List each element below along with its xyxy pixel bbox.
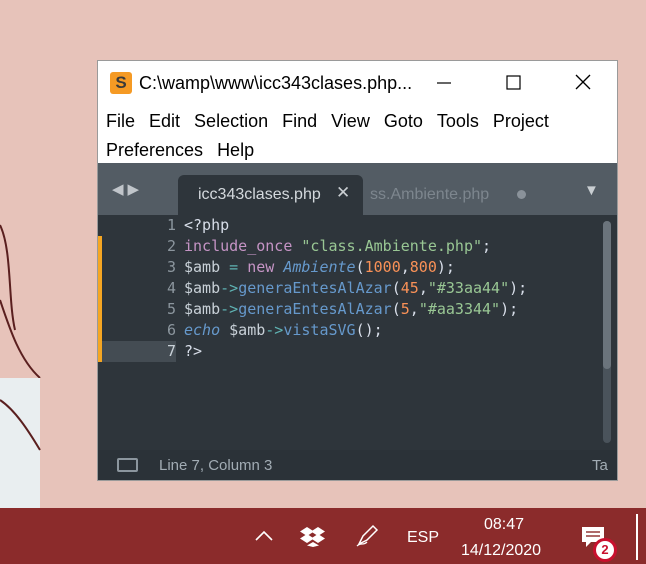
menu-preferences[interactable]: Preferences: [99, 136, 210, 165]
desktop-wallpaper-art: [0, 224, 41, 508]
tab-nav-arrows-icon[interactable]: ◀▶: [112, 180, 143, 198]
close-button[interactable]: [560, 61, 606, 103]
code-text: <?php: [184, 216, 230, 234]
status-tab-size[interactable]: Ta: [592, 457, 608, 474]
panel-toggle-icon[interactable]: [117, 458, 138, 472]
line-number: 6: [166, 321, 176, 339]
tab-close-icon[interactable]: ✕: [336, 183, 350, 203]
tab-label-icc343clases[interactable]: icc343clases.php: [198, 186, 321, 204]
code-text: $amb->generaEntesAlAzar(5,"#aa3344");: [184, 300, 519, 318]
menu-find[interactable]: Find: [275, 107, 324, 136]
tab-strip: ◀▶ icc343clases.php ✕ ss.Ambiente.php ▼: [98, 163, 617, 215]
code-line[interactable]: 6 echo $amb->vistaSVG();: [98, 320, 603, 341]
clock-time[interactable]: 08:47: [484, 516, 524, 534]
title-bar[interactable]: S C:\wamp\www\icc343clases.php...: [98, 61, 617, 103]
code-text: ?>: [184, 342, 203, 360]
chevron-up-icon[interactable]: [254, 528, 274, 542]
line-number: 7: [166, 342, 176, 360]
code-line[interactable]: 3 $amb = new Ambiente(1000,800);: [98, 257, 603, 278]
menu-project[interactable]: Project: [486, 107, 556, 136]
menu-help[interactable]: Help: [210, 136, 261, 165]
taskbar: ESP 08:47 14/12/2020 2: [0, 508, 646, 564]
menu-bar: File Edit Selection Find View Goto Tools…: [98, 103, 617, 161]
pen-icon[interactable]: [355, 524, 379, 548]
sublime-app-icon: S: [110, 72, 132, 94]
tab-label-class-ambiente[interactable]: ss.Ambiente.php: [370, 186, 500, 204]
line-number: 3: [166, 258, 176, 276]
status-bar: Line 7, Column 3 Ta: [98, 450, 617, 480]
code-text: $amb->generaEntesAlAzar(45,"#33aa44");: [184, 279, 528, 297]
code-view[interactable]: 1 <?php 2 include_once "class.Ambiente.p…: [98, 215, 617, 450]
code-line[interactable]: 5 $amb->generaEntesAlAzar(5,"#aa3344");: [98, 299, 603, 320]
scrollbar-thumb[interactable]: [603, 221, 611, 369]
code-line[interactable]: 1 <?php: [98, 215, 603, 236]
menu-view[interactable]: View: [324, 107, 377, 136]
notification-count-badge: 2: [593, 538, 617, 562]
menu-goto[interactable]: Goto: [377, 107, 430, 136]
input-language[interactable]: ESP: [407, 529, 439, 547]
code-line[interactable]: 4 $amb->generaEntesAlAzar(45,"#33aa44");: [98, 278, 603, 299]
line-number: 5: [166, 300, 176, 318]
menu-tools[interactable]: Tools: [430, 107, 486, 136]
cursor-position: Line 7, Column 3: [159, 457, 273, 474]
menu-edit[interactable]: Edit: [142, 107, 187, 136]
line-number: 2: [166, 237, 176, 255]
unsaved-dot-icon[interactable]: [517, 190, 526, 199]
code-line-current[interactable]: 7 ?>: [98, 341, 603, 362]
dropbox-icon[interactable]: [300, 525, 326, 547]
menu-file[interactable]: File: [99, 107, 142, 136]
line-number: 1: [166, 216, 176, 234]
minimize-button[interactable]: [420, 61, 466, 103]
show-desktop-edge[interactable]: [636, 514, 638, 560]
maximize-icon: [506, 75, 521, 90]
code-text: include_once "class.Ambiente.php";: [184, 237, 492, 255]
editor-area[interactable]: ◀▶ icc343clases.php ✕ ss.Ambiente.php ▼ …: [98, 163, 617, 450]
code-text: echo $amb->vistaSVG();: [184, 321, 383, 339]
line-number: 4: [166, 279, 176, 297]
code-line[interactable]: 2 include_once "class.Ambiente.php";: [98, 236, 603, 257]
sublime-text-window[interactable]: S C:\wamp\www\icc343clases.php... File E…: [97, 60, 618, 481]
minimize-icon: [437, 82, 451, 84]
menu-selection[interactable]: Selection: [187, 107, 275, 136]
clock-date[interactable]: 14/12/2020: [461, 542, 541, 560]
close-icon: [575, 74, 591, 90]
code-text: $amb = new Ambiente(1000,800);: [184, 258, 455, 276]
tab-dropdown-icon[interactable]: ▼: [584, 182, 599, 199]
maximize-button[interactable]: [490, 61, 536, 103]
window-title: C:\wamp\www\icc343clases.php...: [139, 73, 413, 93]
